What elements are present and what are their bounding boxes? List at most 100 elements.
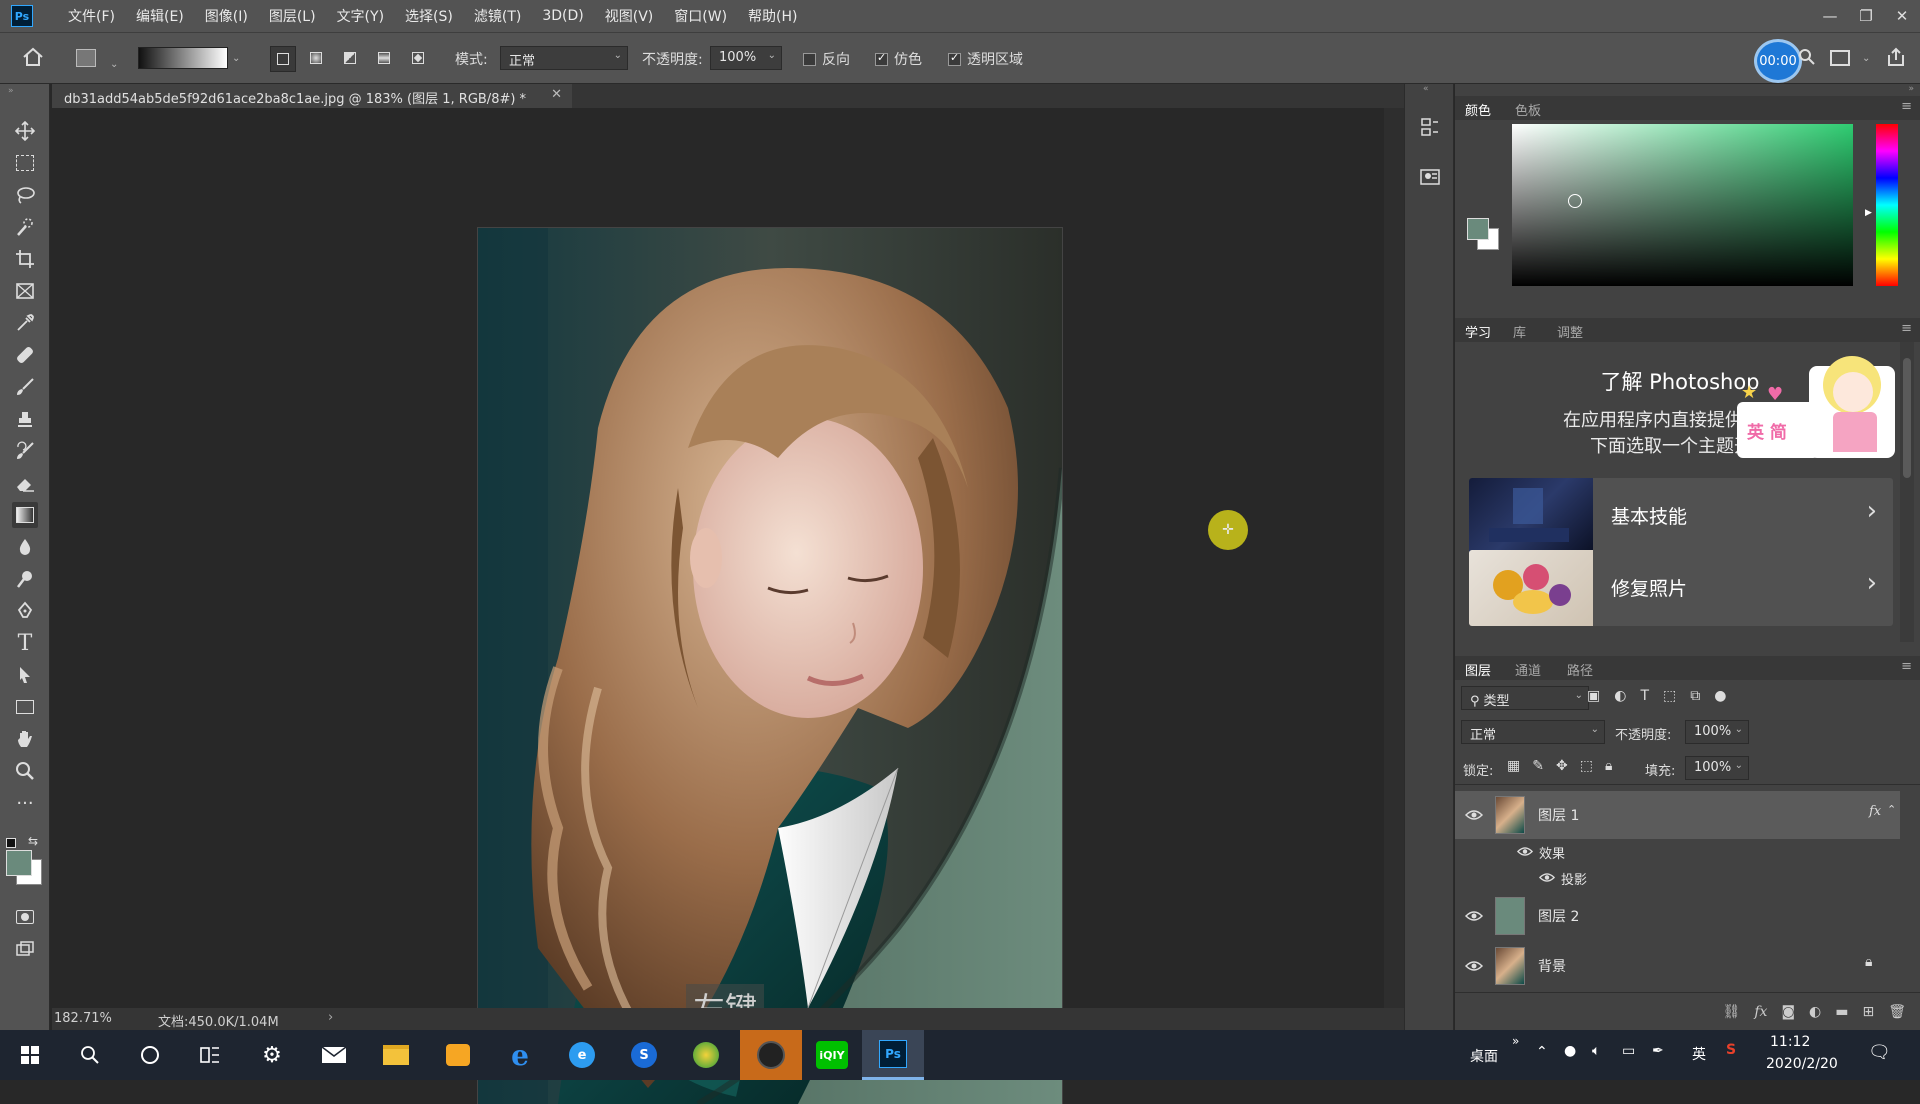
obs-app-icon[interactable]	[740, 1030, 802, 1080]
eye-icon[interactable]	[1464, 809, 1484, 821]
layer-row-layer2[interactable]: 图层 2	[1455, 892, 1900, 940]
workspace-icon[interactable]	[1830, 50, 1850, 66]
menu-3d[interactable]: 3D(D)	[542, 8, 583, 24]
tab-learn[interactable]: 学习	[1465, 322, 1491, 341]
reflected-gradient-button[interactable]	[372, 46, 398, 72]
ie-browser-icon[interactable]: e	[562, 1037, 602, 1073]
frame-tool-icon[interactable]	[12, 278, 38, 304]
link-layers-icon[interactable]: ⛓	[1723, 1004, 1741, 1020]
iqiyi-app-icon[interactable]: iQIY	[810, 1033, 854, 1077]
tab-swatches[interactable]: 色板	[1515, 100, 1541, 119]
lock-position-icon[interactable]: ✥	[1556, 758, 1568, 774]
more-tools-icon[interactable]: ···	[12, 790, 38, 816]
pen-tray-icon[interactable]: ✒	[1652, 1043, 1664, 1059]
menu-window[interactable]: 窗口(W)	[674, 6, 727, 26]
hand-tool-icon[interactable]	[12, 726, 38, 752]
filter-type-icon[interactable]: T	[1640, 688, 1649, 704]
panel-menu-icon[interactable]: ≡	[1901, 659, 1912, 674]
search-icon[interactable]	[1798, 48, 1816, 70]
clock-time[interactable]: 11:12	[1770, 1034, 1810, 1050]
battery-icon[interactable]: ▭	[1622, 1043, 1635, 1059]
chevron-up-icon[interactable]: ⌃	[1887, 803, 1896, 816]
menu-layer[interactable]: 图层(L)	[269, 6, 316, 26]
healing-brush-tool-icon[interactable]	[12, 342, 38, 368]
lock-all-icon[interactable]: 🔒︎	[1605, 758, 1612, 774]
tab-paths[interactable]: 路径	[1567, 660, 1593, 679]
color-field[interactable]	[1512, 124, 1853, 286]
default-colors-icon[interactable]	[6, 838, 16, 848]
quick-selection-tool-icon[interactable]	[12, 214, 38, 240]
swap-colors-icon[interactable]: ⇆	[28, 834, 38, 848]
zoom-level[interactable]: 182.71%	[54, 1011, 112, 1026]
learn-card-basic-skills[interactable]: 基本技能 ›	[1469, 478, 1893, 554]
collapse-icon[interactable]: »	[8, 86, 14, 96]
canvas-scrollbar[interactable]	[1384, 108, 1404, 1008]
pen-tool-icon[interactable]	[12, 598, 38, 624]
windows-start-icon[interactable]	[10, 1037, 50, 1073]
gradient-picker[interactable]	[138, 47, 228, 69]
eraser-tool-icon[interactable]	[12, 470, 38, 496]
fx-badge[interactable]: fx	[1869, 804, 1881, 819]
menu-image[interactable]: 图像(I)	[205, 6, 248, 26]
document-tab[interactable]: db31add54ab5de5f92d61ace2ba8c1ae.jpg @ 1…	[52, 84, 572, 108]
lock-artboard-icon[interactable]: ⬚	[1580, 758, 1593, 774]
gradient-tool-icon[interactable]	[12, 502, 38, 528]
screen-mode-icon[interactable]	[12, 936, 38, 962]
menu-filter[interactable]: 滤镜(T)	[474, 6, 521, 26]
eye-icon[interactable]	[1516, 846, 1535, 858]
menu-file[interactable]: 文件(F)	[68, 6, 115, 26]
clone-stamp-tool-icon[interactable]	[12, 406, 38, 432]
layer-filter-select[interactable]: ⚲ 类型 ⌄	[1461, 686, 1589, 710]
collapse-panels-icon[interactable]: »	[1908, 84, 1914, 94]
status-arrow-icon[interactable]: ›	[328, 1010, 333, 1025]
color-fg-swatch[interactable]	[1467, 218, 1489, 240]
rectangle-tool-icon[interactable]	[12, 694, 38, 720]
filter-smart-object-icon[interactable]: ⧉	[1690, 688, 1700, 704]
sogou-app-icon[interactable]: S	[624, 1037, 664, 1073]
desktop-toolbar-label[interactable]: 桌面	[1470, 1046, 1498, 1066]
restore-button[interactable]: ❐	[1848, 0, 1884, 32]
photoshop-taskbar-icon[interactable]: Ps	[862, 1030, 924, 1080]
share-icon[interactable]	[1886, 47, 1906, 71]
lock-transparency-icon[interactable]: ▦	[1507, 758, 1520, 774]
sogou-ime-icon[interactable]: S	[1726, 1042, 1736, 1058]
lock-pixels-icon[interactable]: ✎	[1532, 758, 1544, 774]
properties-panel-icon[interactable]	[1419, 166, 1441, 192]
learn-card-photo-repair[interactable]: 修复照片 ›	[1469, 550, 1893, 626]
filter-adjustment-icon[interactable]: ◐	[1614, 688, 1626, 704]
notification-icon[interactable]: 🗨︎	[1868, 1042, 1891, 1063]
document-image[interactable]: 左键	[478, 228, 1062, 1104]
layer-row-layer1[interactable]: 图层 1 fx ⌃	[1455, 791, 1900, 839]
linear-gradient-button[interactable]	[270, 46, 296, 72]
ime-indicator[interactable]: 英	[1692, 1044, 1706, 1064]
edge-browser-icon[interactable]: e	[500, 1037, 540, 1073]
blend-mode-select[interactable]: 正常 ⌄	[1461, 720, 1605, 744]
filter-pixel-icon[interactable]: ▣	[1587, 688, 1600, 704]
file-explorer-icon[interactable]	[376, 1037, 416, 1073]
settings-gear-icon[interactable]: ⚙	[252, 1037, 292, 1073]
history-panel-icon[interactable]	[1419, 116, 1441, 142]
panel-menu-icon[interactable]: ≡	[1901, 321, 1912, 336]
color-picker-marker[interactable]	[1568, 194, 1582, 208]
filter-toggle-icon[interactable]: ●	[1714, 688, 1726, 704]
tab-adjustments[interactable]: 调整	[1557, 322, 1583, 341]
home-icon[interactable]	[22, 47, 44, 71]
angle-gradient-button[interactable]	[338, 46, 364, 72]
crop-tool-icon[interactable]	[12, 246, 38, 272]
layer-drop-shadow-row[interactable]: 投影	[1455, 865, 1900, 891]
tab-libraries[interactable]: 库	[1513, 322, 1526, 341]
layer-effects-row[interactable]: 效果	[1455, 839, 1900, 865]
desktop-chevron-icon[interactable]: »	[1512, 1034, 1519, 1048]
mode-select[interactable]: 正常 ⌄	[500, 46, 628, 70]
chevron-down-icon[interactable]: ⌄	[1862, 53, 1870, 64]
eye-icon[interactable]	[1464, 960, 1484, 972]
hue-slider[interactable]	[1876, 124, 1898, 286]
task-view-icon[interactable]	[190, 1037, 230, 1073]
new-group-icon[interactable]: ▬	[1835, 1004, 1848, 1020]
hue-marker-icon[interactable]: ▶	[1865, 208, 1872, 218]
move-tool-icon[interactable]	[12, 118, 38, 144]
adjustment-layer-icon[interactable]: ◐	[1809, 1004, 1821, 1020]
search-icon[interactable]	[70, 1037, 110, 1073]
brush-tool-icon[interactable]	[12, 374, 38, 400]
tray-chevron-up-icon[interactable]: ⌃	[1536, 1044, 1548, 1060]
